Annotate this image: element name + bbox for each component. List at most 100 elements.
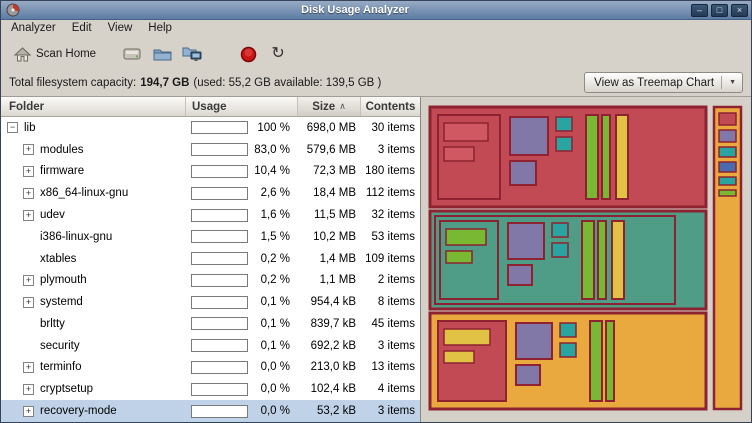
table-row[interactable]: − lib 100 % 698,0 MB 30 items	[1, 117, 420, 139]
table-row[interactable]: + udev 1,6 % 11,5 MB 32 items	[1, 204, 420, 226]
usage-cell: 100 %	[186, 121, 298, 134]
treemap-rect[interactable]	[719, 147, 736, 157]
treemap-rect[interactable]	[560, 343, 576, 357]
treemap-rect[interactable]	[508, 265, 532, 285]
expander-icon[interactable]: +	[23, 362, 34, 373]
treemap-rect[interactable]	[606, 321, 614, 401]
usage-bar	[191, 209, 248, 222]
treemap-rect[interactable]	[556, 137, 572, 151]
expander-icon[interactable]: +	[23, 166, 34, 177]
menu-analyzer[interactable]: Analyzer	[3, 20, 64, 39]
size-cell: 11,5 MB	[298, 209, 361, 221]
contents-cell: 109 items	[361, 253, 420, 265]
expander-icon[interactable]: +	[23, 275, 34, 286]
treemap-rect[interactable]	[446, 251, 472, 263]
table-row[interactable]: + systemd 0,1 % 954,4 kB 8 items	[1, 291, 420, 313]
expander-icon[interactable]: +	[23, 210, 34, 221]
folder-name: recovery-mode	[40, 405, 117, 417]
treemap-rect[interactable]	[598, 221, 606, 299]
contents-cell: 3 items	[361, 340, 420, 352]
expander-icon[interactable]: +	[23, 384, 34, 395]
treemap-rect[interactable]	[444, 351, 474, 363]
treemap-rect[interactable]	[719, 113, 736, 125]
capacity-detail: (used: 55,2 GB available: 139,5 GB )	[193, 77, 381, 89]
table-row[interactable]: xtables 0,2 % 1,4 MB 109 items	[1, 248, 420, 270]
treemap-rect[interactable]	[508, 223, 544, 259]
folder-cell: + terminfo	[1, 361, 186, 373]
menu-help[interactable]: Help	[140, 20, 180, 39]
usage-cell: 2,6 %	[186, 187, 298, 200]
refresh-button[interactable]: ↻	[263, 41, 293, 67]
usage-percent: 0,0 %	[248, 405, 298, 417]
table-row[interactable]: + cryptsetup 0,0 % 102,4 kB 4 items	[1, 378, 420, 400]
treemap-rect[interactable]	[444, 123, 488, 141]
treemap-rect[interactable]	[510, 161, 536, 185]
close-button[interactable]: ×	[731, 4, 748, 17]
table-row[interactable]: i386-linux-gnu 1,5 % 10,2 MB 53 items	[1, 226, 420, 248]
menu-view[interactable]: View	[100, 20, 141, 39]
treemap-chart[interactable]	[428, 105, 744, 411]
column-header-usage[interactable]: Usage	[186, 97, 298, 116]
expander-icon[interactable]: +	[23, 144, 34, 155]
treemap-rect[interactable]	[719, 190, 736, 196]
table-row[interactable]: security 0,1 % 692,2 kB 3 items	[1, 335, 420, 357]
column-header-size[interactable]: Size ∧	[298, 97, 361, 116]
table-row[interactable]: + terminfo 0,0 % 213,0 kB 13 items	[1, 357, 420, 379]
table-row[interactable]: + plymouth 0,2 % 1,1 MB 2 items	[1, 269, 420, 291]
view-as-dropdown[interactable]: View as Treemap Chart ▼	[584, 72, 743, 93]
scan-remote-folder-button[interactable]	[177, 41, 207, 67]
expander-icon[interactable]: −	[7, 122, 18, 133]
usage-cell: 10,4 %	[186, 165, 298, 178]
treemap-rect[interactable]	[444, 147, 474, 161]
folder-cell: i386-linux-gnu	[1, 231, 186, 243]
minimize-button[interactable]: –	[691, 4, 708, 17]
treemap-rect[interactable]	[602, 115, 610, 199]
scan-home-button[interactable]: Scan Home	[7, 44, 103, 65]
treemap-rect[interactable]	[556, 117, 572, 131]
treemap-rect[interactable]	[582, 221, 594, 299]
usage-percent: 2,6 %	[248, 187, 298, 199]
dropdown-separator	[721, 76, 722, 89]
usage-cell: 0,2 %	[186, 274, 298, 287]
scan-filesystem-button[interactable]	[117, 41, 147, 67]
menu-edit[interactable]: Edit	[64, 20, 100, 39]
treemap-rect[interactable]	[719, 162, 736, 172]
stop-button[interactable]	[233, 41, 263, 67]
expander-icon[interactable]: +	[23, 406, 34, 417]
treemap-rect[interactable]	[616, 115, 628, 199]
treemap-rect[interactable]	[586, 115, 598, 199]
usage-cell: 83,0 %	[186, 143, 298, 156]
treemap-rect[interactable]	[516, 365, 540, 385]
folder-cell: + plymouth	[1, 274, 186, 286]
treemap-rect[interactable]	[516, 323, 552, 359]
table-row[interactable]: + firmware 10,4 % 72,3 MB 180 items	[1, 161, 420, 183]
treemap-rect[interactable]	[719, 177, 736, 185]
usage-percent: 10,4 %	[248, 165, 298, 177]
treemap-rect[interactable]	[552, 223, 568, 237]
expander-icon[interactable]: +	[23, 188, 34, 199]
size-cell: 1,4 MB	[298, 253, 361, 265]
expander-icon[interactable]: +	[23, 297, 34, 308]
treemap-rect[interactable]	[552, 243, 568, 257]
column-header-folder[interactable]: Folder	[1, 97, 186, 116]
remote-folder-icon	[182, 46, 202, 62]
table-row[interactable]: brltty 0,1 % 839,7 kB 45 items	[1, 313, 420, 335]
treemap-rect[interactable]	[590, 321, 602, 401]
table-row[interactable]: + x86_64-linux-gnu 2,6 % 18,4 MB 112 ite…	[1, 182, 420, 204]
scan-folder-button[interactable]	[147, 41, 177, 67]
treemap-rect[interactable]	[444, 329, 490, 345]
treemap-rect[interactable]	[446, 229, 486, 245]
treemap-rect[interactable]	[612, 221, 624, 299]
treemap-rect[interactable]	[510, 117, 548, 155]
usage-bar	[191, 143, 248, 156]
chevron-down-icon: ▼	[729, 79, 736, 86]
table-row-selected[interactable]: + recovery-mode 0,0 % 53,2 kB 3 items	[1, 400, 420, 422]
folder-name: x86_64-linux-gnu	[40, 187, 128, 199]
maximize-button[interactable]: □	[711, 4, 728, 17]
folder-cell: + x86_64-linux-gnu	[1, 187, 186, 199]
table-row[interactable]: + modules 83,0 % 579,6 MB 3 items	[1, 139, 420, 161]
column-header-contents[interactable]: Contents	[361, 97, 420, 116]
folder-name: brltty	[40, 318, 65, 330]
treemap-rect[interactable]	[719, 130, 736, 142]
treemap-rect[interactable]	[560, 323, 576, 337]
